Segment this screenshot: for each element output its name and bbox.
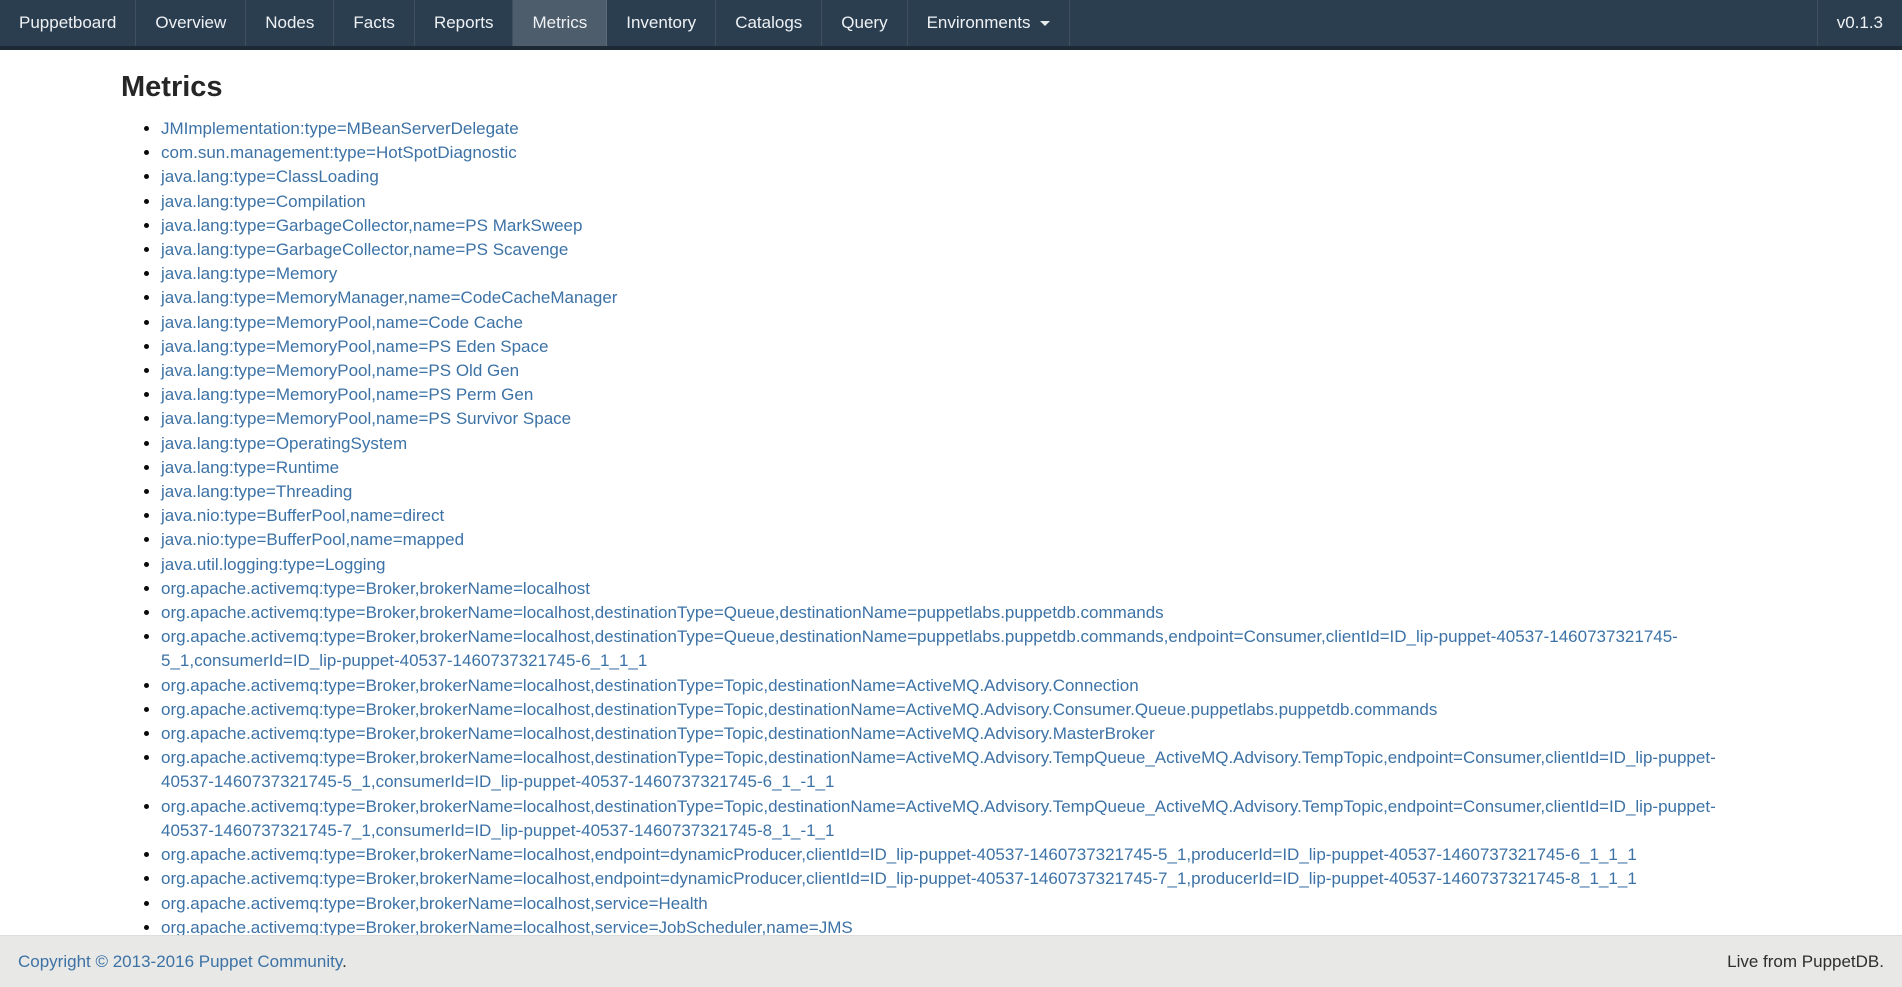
metric-list-item: JMImplementation:type=MBeanServerDelegat… [161, 117, 1734, 141]
metric-link[interactable]: org.apache.activemq:type=Broker,brokerNa… [161, 748, 1716, 791]
metric-list-item: org.apache.activemq:type=Broker,brokerNa… [161, 892, 1734, 916]
metric-link[interactable]: java.lang:type=GarbageCollector,name=PS … [161, 240, 568, 259]
nav-items: Puppetboard Overview Nodes Facts Reports… [0, 0, 1070, 46]
metric-list-item: org.apache.activemq:type=Broker,brokerNa… [161, 795, 1734, 843]
copyright-link[interactable]: Copyright © 2013-2016 Puppet Community [18, 952, 342, 971]
nav-item-label: Environments [927, 13, 1031, 33]
version-badge: v0.1.3 [1817, 0, 1902, 46]
main-content: Metrics JMImplementation:type=MBeanServe… [121, 71, 1734, 940]
metric-link[interactable]: org.apache.activemq:type=Broker,brokerNa… [161, 700, 1437, 719]
metric-link[interactable]: org.apache.activemq:type=Broker,brokerNa… [161, 797, 1716, 840]
metric-list-item: org.apache.activemq:type=Broker,brokerNa… [161, 746, 1734, 794]
puppetboard-page: Puppetboard Overview Nodes Facts Reports… [0, 0, 1902, 987]
copyright-suffix: . [342, 952, 347, 971]
nav-item-label: Catalogs [735, 13, 802, 33]
metric-link[interactable]: org.apache.activemq:type=Broker,brokerNa… [161, 627, 1678, 670]
live-from-puppetdb-text: Live from PuppetDB. [1727, 952, 1884, 972]
metric-link[interactable]: java.nio:type=BufferPool,name=direct [161, 506, 444, 525]
nav-item-reports[interactable]: Reports [415, 0, 514, 46]
metric-link[interactable]: java.lang:type=MemoryPool,name=PS Old Ge… [161, 361, 519, 380]
metric-list-item: java.lang:type=Compilation [161, 190, 1734, 214]
nav-item-query[interactable]: Query [822, 0, 907, 46]
metric-link[interactable]: org.apache.activemq:type=Broker,brokerNa… [161, 603, 1164, 622]
metric-list-item: java.lang:type=MemoryPool,name=PS Old Ge… [161, 359, 1734, 383]
nav-item-label: Overview [155, 13, 226, 33]
metric-list-item: java.lang:type=GarbageCollector,name=PS … [161, 238, 1734, 262]
top-navbar: Puppetboard Overview Nodes Facts Reports… [0, 0, 1902, 50]
nav-spacer [1070, 0, 1817, 46]
metric-list-item: org.apache.activemq:type=Broker,brokerNa… [161, 601, 1734, 625]
nav-item-label: Inventory [626, 13, 696, 33]
metric-link[interactable]: java.lang:type=MemoryPool,name=PS Perm G… [161, 385, 533, 404]
metric-link[interactable]: java.lang:type=Memory [161, 264, 337, 283]
metrics-list: JMImplementation:type=MBeanServerDelegat… [121, 117, 1734, 940]
metric-list-item: java.lang:type=MemoryManager,name=CodeCa… [161, 286, 1734, 310]
metric-link[interactable]: org.apache.activemq:type=Broker,brokerNa… [161, 869, 1637, 888]
metric-link[interactable]: java.lang:type=MemoryPool,name=PS Eden S… [161, 337, 548, 356]
metric-list-item: org.apache.activemq:type=Broker,brokerNa… [161, 867, 1734, 891]
footer: Copyright © 2013-2016 Puppet Community. … [0, 935, 1902, 987]
nav-item-nodes[interactable]: Nodes [246, 0, 334, 46]
metric-list-item: java.lang:type=ClassLoading [161, 165, 1734, 189]
nav-item-metrics[interactable]: Metrics [513, 0, 607, 46]
metric-link[interactable]: org.apache.activemq:type=Broker,brokerNa… [161, 724, 1155, 743]
metric-list-item: org.apache.activemq:type=Broker,brokerNa… [161, 577, 1734, 601]
metric-link[interactable]: org.apache.activemq:type=Broker,brokerNa… [161, 894, 708, 913]
metric-link[interactable]: java.nio:type=BufferPool,name=mapped [161, 530, 464, 549]
nav-item-label: Puppetboard [19, 13, 116, 33]
metric-list-item: java.lang:type=GarbageCollector,name=PS … [161, 214, 1734, 238]
nav-item-inventory[interactable]: Inventory [607, 0, 716, 46]
metric-link[interactable]: java.lang:type=Threading [161, 482, 352, 501]
metric-link[interactable]: java.lang:type=OperatingSystem [161, 434, 407, 453]
metric-link[interactable]: org.apache.activemq:type=Broker,brokerNa… [161, 845, 1637, 864]
nav-item-label: Facts [353, 13, 395, 33]
metric-list-item: org.apache.activemq:type=Broker,brokerNa… [161, 674, 1734, 698]
metric-list-item: java.lang:type=MemoryPool,name=PS Surviv… [161, 407, 1734, 431]
nav-item-facts[interactable]: Facts [334, 0, 415, 46]
caret-down-icon [1040, 21, 1050, 26]
metric-list-item: java.lang:type=MemoryPool,name=PS Perm G… [161, 383, 1734, 407]
metric-link[interactable]: org.apache.activemq:type=Broker,brokerNa… [161, 676, 1139, 695]
metric-link[interactable]: java.lang:type=MemoryPool,name=PS Surviv… [161, 409, 571, 428]
metric-link[interactable]: JMImplementation:type=MBeanServerDelegat… [161, 119, 519, 138]
metric-link[interactable]: java.lang:type=MemoryManager,name=CodeCa… [161, 288, 617, 307]
metric-link[interactable]: java.lang:type=MemoryPool,name=Code Cach… [161, 313, 523, 332]
metric-list-item: org.apache.activemq:type=Broker,brokerNa… [161, 843, 1734, 867]
metric-link[interactable]: java.lang:type=Runtime [161, 458, 339, 477]
nav-item-label: Reports [434, 13, 494, 33]
metric-list-item: java.lang:type=Threading [161, 480, 1734, 504]
metric-list-item: java.lang:type=OperatingSystem [161, 432, 1734, 456]
metric-link[interactable]: java.lang:type=GarbageCollector,name=PS … [161, 216, 582, 235]
nav-item-puppetboard[interactable]: Puppetboard [0, 0, 136, 46]
nav-item-label: Nodes [265, 13, 314, 33]
metric-link[interactable]: java.util.logging:type=Logging [161, 555, 385, 574]
metric-link[interactable]: java.lang:type=Compilation [161, 192, 366, 211]
page-title: Metrics [121, 71, 1734, 104]
metric-list-item: java.lang:type=MemoryPool,name=PS Eden S… [161, 335, 1734, 359]
metric-link[interactable]: org.apache.activemq:type=Broker,brokerNa… [161, 579, 590, 598]
metric-link[interactable]: java.lang:type=ClassLoading [161, 167, 379, 186]
nav-item-label: Metrics [532, 13, 587, 33]
nav-item-overview[interactable]: Overview [136, 0, 246, 46]
metric-list-item: org.apache.activemq:type=Broker,brokerNa… [161, 625, 1734, 673]
nav-item-catalogs[interactable]: Catalogs [716, 0, 822, 46]
metric-list-item: java.nio:type=BufferPool,name=direct [161, 504, 1734, 528]
nav-item-environments[interactable]: Environments [908, 0, 1070, 46]
nav-item-label: Query [841, 13, 887, 33]
metric-list-item: java.util.logging:type=Logging [161, 553, 1734, 577]
metric-list-item: com.sun.management:type=HotSpotDiagnosti… [161, 141, 1734, 165]
metric-list-item: java.lang:type=Memory [161, 262, 1734, 286]
metric-list-item: java.lang:type=MemoryPool,name=Code Cach… [161, 311, 1734, 335]
metric-list-item: org.apache.activemq:type=Broker,brokerNa… [161, 722, 1734, 746]
footer-copyright: Copyright © 2013-2016 Puppet Community. [18, 952, 347, 972]
metric-list-item: java.lang:type=Runtime [161, 456, 1734, 480]
metric-list-item: org.apache.activemq:type=Broker,brokerNa… [161, 698, 1734, 722]
metric-link[interactable]: com.sun.management:type=HotSpotDiagnosti… [161, 143, 517, 162]
metric-link[interactable]: org.apache.activemq:type=Broker,brokerNa… [161, 918, 853, 937]
metric-list-item: java.nio:type=BufferPool,name=mapped [161, 528, 1734, 552]
